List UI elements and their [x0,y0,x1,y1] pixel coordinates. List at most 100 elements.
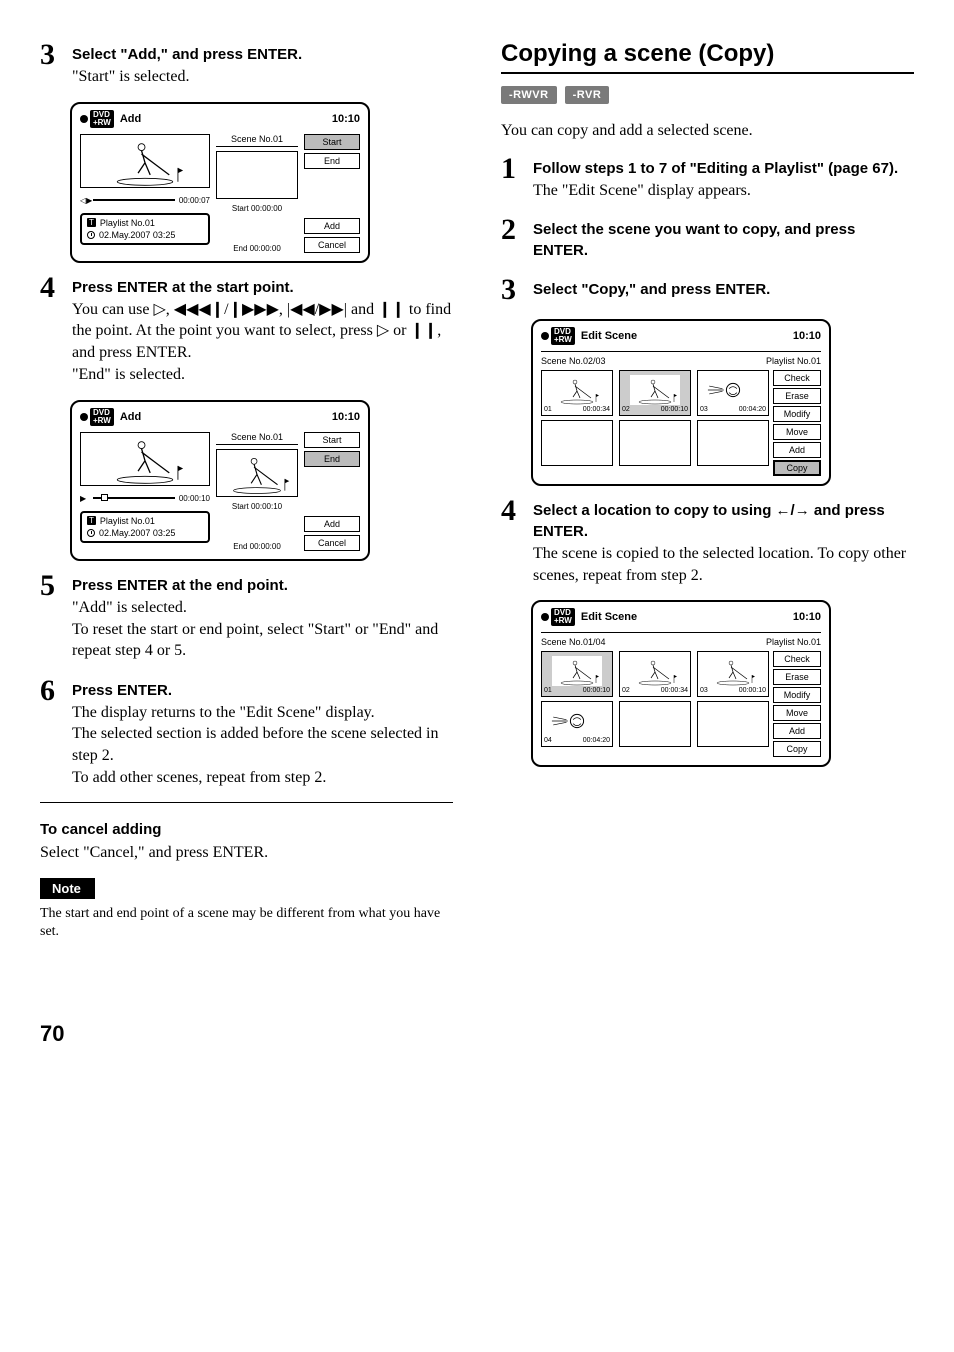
step-heading: Press ENTER at the start point. [72,277,453,298]
copy-button[interactable]: Copy [773,460,821,476]
step-heading: Follow steps 1 to 7 of "Editing a Playli… [533,158,914,179]
step-text: The scene is copied to the selected loca… [533,543,914,586]
scene-thumb-selected[interactable]: 0200:00:10 [619,370,691,416]
step-heading: Select "Add," and press ENTER. [72,44,453,65]
scene-thumb-empty [697,420,769,466]
dvd-chip: DVD+RW [90,110,114,128]
start-button[interactable]: Start [304,432,360,448]
screen-clock: 10:10 [793,611,821,623]
scene-thumb-selected[interactable]: 0100:00:10 [541,651,613,697]
step-number: 3 [501,275,523,305]
step-number: 4 [40,273,62,303]
move-button[interactable]: Move [773,424,821,440]
cancel-text: Select "Cancel," and press ENTER. [40,842,453,864]
step-number: 2 [501,215,523,245]
move-button[interactable]: Move [773,705,821,721]
step-text: You can use ▷, ◀◀◀❙/❙▶▶▶, |◀◀/▶▶| and ❙❙… [72,299,453,364]
pause-icon-2: ❙❙ [410,322,437,339]
playlist-label: Playlist No.01 [100,516,155,526]
step-number: 1 [501,154,523,184]
scene-thumb-empty [619,701,691,747]
cancel-button[interactable]: Cancel [304,535,360,551]
screen-edit-scene-3: DVD+RW Edit Scene 10:10 Scene No.02/03 P… [531,319,831,486]
screen-clock: 10:10 [332,113,360,125]
add-button[interactable]: Add [304,516,360,532]
scene-label: Scene No.01 [216,432,298,445]
clock-icon [87,231,95,239]
modify-button[interactable]: Modify [773,406,821,422]
erase-button[interactable]: Erase [773,669,821,685]
screen-title: Edit Scene [581,611,637,623]
copy-button[interactable]: Copy [773,741,821,757]
scene-thumb-empty [697,701,769,747]
screen-clock: 10:10 [793,330,821,342]
timeline-left-icon: ▶ [80,494,89,503]
info-block: TPlaylist No.01 02.May.2007 03:25 [80,213,210,245]
end-time: End 00:00:00 [216,542,298,551]
start-button[interactable]: Start [304,134,360,150]
step-text: "Start" is selected. [72,66,453,88]
date-label: 02.May.2007 03:25 [99,230,175,240]
rew-icon: ◀◀◀❙ [174,301,224,318]
step-text: The "Edit Scene" display appears. [533,180,914,202]
rec-dot-icon [541,613,549,621]
rec-dot-icon [541,332,549,340]
left-arrow-icon: ← [776,502,791,519]
check-button[interactable]: Check [773,370,821,386]
preview-thumb [80,134,210,188]
timeline-bar [93,497,175,499]
right-arrow-icon: → [795,502,810,519]
page-number: 70 [40,1021,914,1047]
dvd-chip: DVD+RW [551,327,575,345]
note-label: Note [40,878,95,899]
title-icon: T [87,516,96,525]
step-text: "Add" is selected. To reset the start or… [72,597,453,662]
start-time: Start 00:00:00 [216,204,298,213]
dvd-chip: DVD+RW [90,408,114,426]
scene-thumb[interactable]: 0400:04:20 [541,701,613,747]
info-block: TPlaylist No.01 02.May.2007 03:25 [80,511,210,543]
scene-thumb[interactable]: 0100:00:34 [541,370,613,416]
check-button[interactable]: Check [773,651,821,667]
add-button[interactable]: Add [304,218,360,234]
timeline-time: 00:00:07 [179,196,210,205]
disc-tag-rvr: -RVR [565,86,610,104]
scene-thumb-empty [541,420,613,466]
scene-counter: Scene No.02/03 [541,356,606,366]
rec-dot-icon [80,115,88,123]
start-thumb [216,151,298,199]
prev-icon: |◀◀ [287,301,315,318]
divider [40,802,453,803]
rec-dot-icon [80,413,88,421]
pause-icon: ❙❙ [378,301,405,318]
timeline-time: 00:00:10 [179,494,210,503]
modify-button[interactable]: Modify [773,687,821,703]
scene-label: Scene No.01 [216,134,298,147]
screen-add-end: DVD+RW Add 10:10 ▶ 00:00:10 T Playlist No… [70,400,370,561]
add-button[interactable]: Add [773,723,821,739]
step-heading: Press ENTER. [72,680,453,701]
scene-thumb[interactable]: 0300:04:20 [697,370,769,416]
timeline-bar [93,199,175,201]
screen-clock: 10:10 [332,411,360,423]
step-heading: Select a location to copy to using ←/→ a… [533,500,914,542]
start-thumb [216,449,298,497]
play-icon: ▷ [153,301,165,318]
scene-counter: Scene No.01/04 [541,637,606,647]
scene-thumb[interactable]: 0200:00:34 [619,651,691,697]
add-button[interactable]: Add [773,442,821,458]
step-number: 5 [40,571,62,601]
end-button[interactable]: End [304,451,360,467]
next-icon: ▶▶| [319,301,347,318]
end-time: End 00:00:00 [216,244,298,253]
section-title: Copying a scene (Copy) [501,40,914,68]
erase-button[interactable]: Erase [773,388,821,404]
screen-edit-scene-4: DVD+RW Edit Scene 10:10 Scene No.01/04 P… [531,600,831,767]
cancel-button[interactable]: Cancel [304,237,360,253]
scene-thumb[interactable]: 0300:00:10 [697,651,769,697]
end-button[interactable]: End [304,153,360,169]
cancel-heading: To cancel adding [40,821,453,838]
step-heading: Press ENTER at the end point. [72,575,453,596]
step-number: 6 [40,676,62,706]
screen-title: Add [120,113,141,125]
